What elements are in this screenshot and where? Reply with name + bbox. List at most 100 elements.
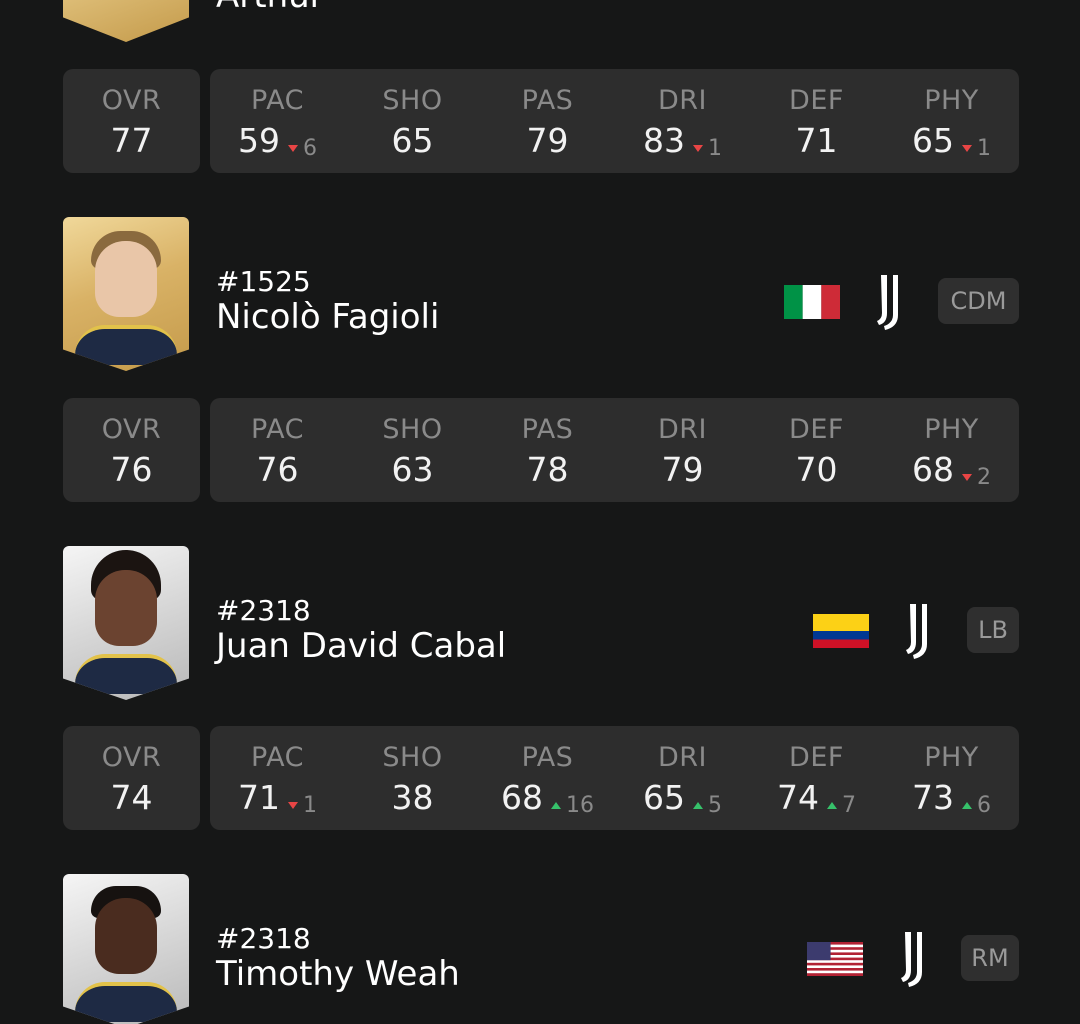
stat-value-wrap: 71 [749,121,884,160]
stat-value: 78 [526,450,569,489]
player-number: #2318 [216,594,311,627]
stat-value: 83 [643,121,685,160]
stat-delta: 5 [693,793,722,818]
stat-delta: 16 [551,793,594,818]
stat-label: PAS [521,85,574,116]
stats-row: OVR 76 PAC 76 SHO 63 PAS 78 DRI 79 DEF 70 PHY 68 2 [63,398,1019,502]
juventus-logo-icon [901,932,922,987]
stat-phy: PHY 68 2 [884,398,1019,502]
stat-delta-value: 6 [977,793,991,818]
stat-delta-value: 1 [977,136,991,161]
stat-label: PAS [521,414,574,445]
stat-value-wrap: 65 1 [884,121,1019,161]
player-card-image[interactable] [63,546,189,700]
stat-pac: PAC 71 1 [210,726,345,830]
ovr-label: OVR [101,85,162,116]
player-row-cabal[interactable]: #2318 Juan David Cabal LB [63,546,1019,702]
stat-value-wrap: 76 [210,450,345,489]
player-row-weah[interactable]: #2318 Timothy Weah RM [63,874,1019,1024]
stat-phy: PHY 65 1 [884,69,1019,173]
player-row-fagioli[interactable]: #1525 Nicolò Fagioli CDM [63,217,1019,373]
stat-value-wrap: 68 2 [884,450,1019,490]
stat-value-wrap: 79 [480,121,615,160]
ovr-value-wrap: 77 [63,121,200,160]
stat-value: 68 [912,450,954,489]
ovr-box: OVR 74 [63,726,200,830]
attributes-box: PAC 59 6 SHO 65 PAS 79 DRI 83 1 DEF 71 PHY 65 1 [210,69,1019,173]
player-name-partial: Arthur [216,0,324,16]
position-badge: LB [967,607,1019,653]
stat-value-wrap: 65 [345,121,480,160]
stat-delta: 1 [693,136,722,161]
stat-value: 70 [795,450,838,489]
player-name: Nicolò Fagioli [216,297,440,337]
player-card-image[interactable] [63,874,189,1024]
stat-value: 59 [238,121,280,160]
position-badge: RM [961,935,1019,981]
stat-def: DEF 70 [749,398,884,502]
stat-delta: 6 [288,136,317,161]
ovr-box: OVR 76 [63,398,200,502]
stat-dri: DRI 83 1 [615,69,750,173]
arrow-up-icon [693,802,703,809]
stat-label: PHY [924,414,979,445]
attributes-box: PAC 71 1 SHO 38 PAS 68 16 DRI 65 5 DEF 74 7 PHY 73 6 [210,726,1019,830]
stat-value-wrap: 83 1 [615,121,750,161]
stat-def: DEF 71 [749,69,884,173]
shirt-shape [75,982,177,1022]
stat-value: 79 [526,121,569,160]
arrow-down-icon [288,145,298,152]
stat-value: 73 [912,778,954,817]
player-card-partial[interactable] [63,0,189,42]
stat-delta-value: 5 [708,793,722,818]
stat-value: 63 [391,450,434,489]
player-number: #1525 [216,265,311,298]
ovr-label: OVR [101,742,162,773]
stat-label: DEF [789,85,844,116]
ovr-label: OVR [101,414,162,445]
ovr-value-wrap: 74 [63,778,200,817]
juventus-logo-icon [906,604,927,659]
player-number: #2318 [216,922,311,955]
arrow-up-icon [827,802,837,809]
stat-label: PAC [251,85,304,116]
position-badge: CDM [938,278,1019,324]
stats-row: OVR 77 PAC 59 6 SHO 65 PAS 79 DRI 83 1 DEF 71 PHY 65 1 [63,69,1019,173]
ovr-value: 76 [110,450,153,489]
stat-value: 65 [643,778,685,817]
stat-value-wrap: 59 6 [210,121,345,161]
stat-value-wrap: 79 [615,450,750,489]
stat-delta: 6 [962,793,991,818]
stat-pas: PAS 68 16 [480,726,615,830]
shirt-shape [75,325,177,365]
arrow-down-icon [962,145,972,152]
stat-value: 38 [391,778,434,817]
stat-value-wrap: 38 [345,778,480,817]
stat-label: SHO [382,85,443,116]
stat-delta: 1 [288,793,317,818]
face-shape [95,241,157,317]
stat-pas: PAS 79 [480,69,615,173]
stat-value: 65 [912,121,954,160]
face-shape [95,570,157,646]
stat-delta-value: 6 [303,136,317,161]
stat-value: 68 [501,778,543,817]
stat-value: 71 [238,778,280,817]
stat-value-wrap: 71 1 [210,778,345,818]
player-card-image[interactable] [63,217,189,371]
stat-label: PAC [251,414,304,445]
stat-label: DRI [657,85,707,116]
stat-label: SHO [382,414,443,445]
stat-value-wrap: 73 6 [884,778,1019,818]
arrow-up-icon [551,802,561,809]
usa-flag-icon [807,942,863,976]
stat-label: PAC [251,742,304,773]
stat-delta: 1 [962,136,991,161]
stat-sho: SHO 63 [345,398,480,502]
stat-label: DRI [657,414,707,445]
stat-pac: PAC 76 [210,398,345,502]
ovr-value: 77 [110,121,153,160]
face-shape [95,898,157,974]
player-name: Timothy Weah [216,954,460,994]
stat-sho: SHO 38 [345,726,480,830]
